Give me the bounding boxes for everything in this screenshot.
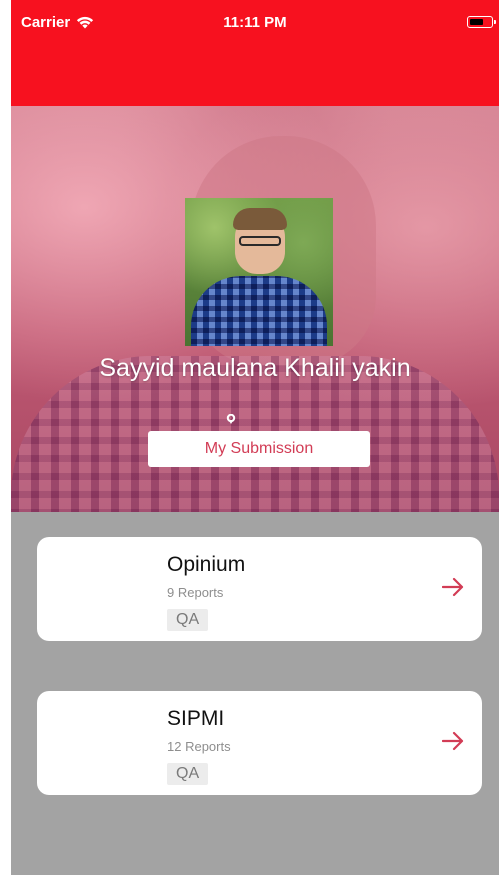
arrow-right-icon[interactable] (442, 731, 464, 751)
arrow-right-icon[interactable] (442, 577, 464, 597)
profile-name: Sayyid maulana Khalil yakin (99, 354, 411, 382)
my-submission-button[interactable]: My Submission (148, 431, 370, 467)
location-pin-icon (226, 414, 236, 424)
avatar[interactable] (185, 198, 333, 346)
status-time: 11:11 PM (223, 14, 287, 31)
app-screen: Carrier 11:11 PM Sayyid maulana Khalil y… (11, 0, 499, 875)
profile-header: Sayyid maulana Khalil yakin My Submissio… (11, 106, 499, 512)
battery-icon (467, 16, 496, 28)
project-tag: QA (167, 609, 209, 631)
project-tag: QA (167, 763, 209, 785)
project-title: SIPMI (167, 707, 225, 730)
project-report-count: 12 Reports (167, 739, 231, 754)
project-title: Opinium (167, 553, 246, 576)
project-report-count: 9 Reports (167, 585, 224, 600)
project-card-opinium[interactable]: Opinium 9 Reports QA (37, 537, 482, 641)
project-card-sipmi[interactable]: SIPMI 12 Reports QA (37, 691, 482, 795)
navigation-bar: Carrier 11:11 PM (11, 0, 499, 106)
